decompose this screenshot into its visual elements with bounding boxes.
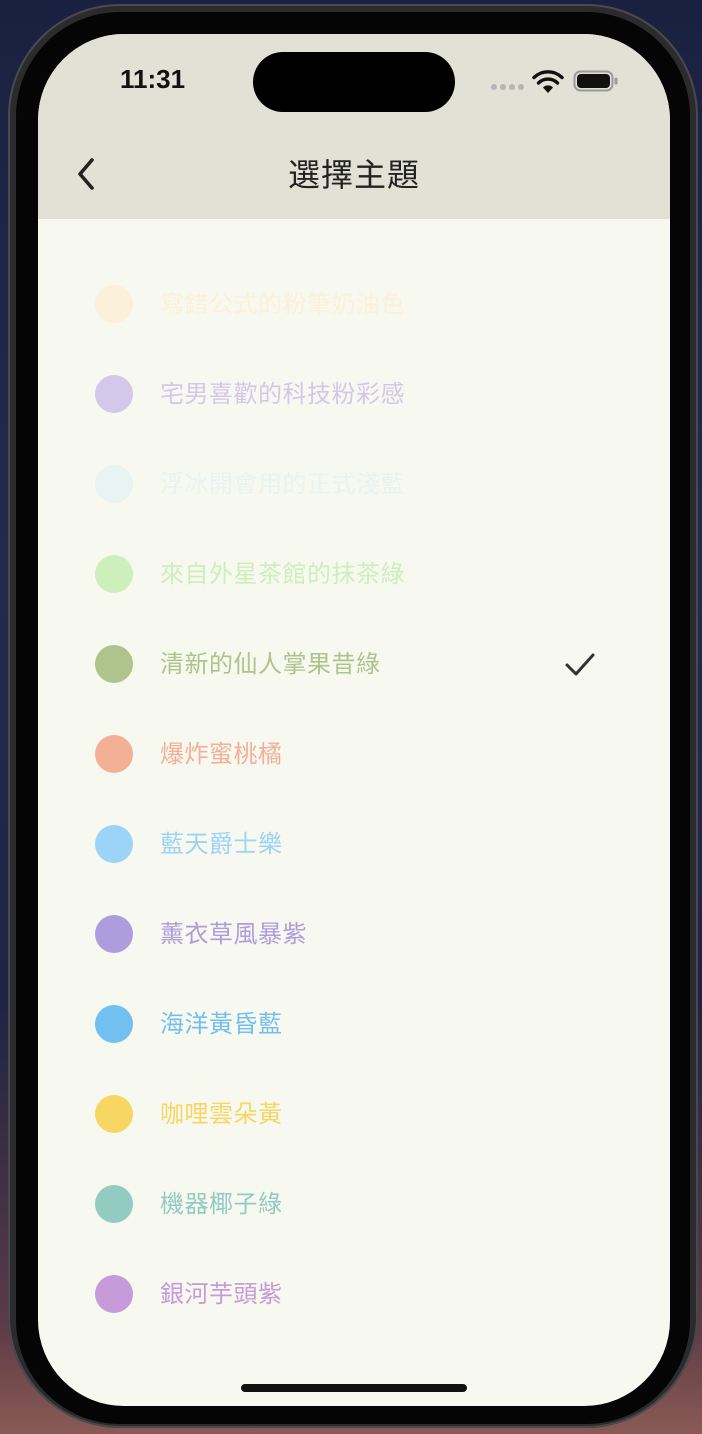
theme-label: 銀河芋頭紫 bbox=[160, 1280, 283, 1308]
wifi-icon bbox=[532, 70, 564, 93]
theme-color-swatch bbox=[95, 555, 133, 593]
nav-header: 11:31 選擇主題 bbox=[38, 34, 670, 219]
checkmark-icon bbox=[565, 653, 595, 676]
theme-item[interactable]: 藍天爵士樂 bbox=[38, 799, 670, 889]
theme-color-swatch bbox=[95, 645, 133, 683]
theme-color-swatch bbox=[95, 375, 133, 413]
theme-item-selected[interactable]: 清新的仙人掌果昔綠 bbox=[38, 619, 670, 709]
theme-item[interactable]: 宅男喜歡的科技粉彩感 bbox=[38, 349, 670, 439]
theme-item[interactable]: 機器椰子綠 bbox=[38, 1159, 670, 1249]
theme-color-swatch bbox=[95, 285, 133, 323]
theme-item[interactable]: 寫錯公式的粉筆奶油色 bbox=[38, 259, 670, 349]
theme-item[interactable]: 薰衣草風暴紫 bbox=[38, 889, 670, 979]
theme-item[interactable]: 銀河芋頭紫 bbox=[38, 1249, 670, 1339]
theme-label: 咖哩雲朵黃 bbox=[160, 1100, 283, 1128]
theme-label: 宅男喜歡的科技粉彩感 bbox=[160, 380, 405, 408]
phone-screen: 11:31 選擇主題 寫錯公式的粉筆奶油色 宅男喜歡的科技粉彩感 浮冰開會用的正… bbox=[38, 34, 670, 1406]
theme-item[interactable]: 爆炸蜜桃橘 bbox=[38, 709, 670, 799]
theme-item[interactable]: 海洋黃昏藍 bbox=[38, 979, 670, 1069]
theme-color-swatch bbox=[95, 1275, 133, 1313]
status-time: 11:31 bbox=[120, 64, 186, 94]
theme-item[interactable]: 浮冰開會用的正式淺藍 bbox=[38, 439, 670, 529]
theme-label: 來自外星茶館的抹茶綠 bbox=[160, 560, 405, 588]
theme-color-swatch bbox=[95, 915, 133, 953]
page-title: 選擇主題 bbox=[287, 156, 420, 194]
theme-color-swatch bbox=[95, 465, 133, 503]
theme-label: 爆炸蜜桃橘 bbox=[160, 740, 283, 768]
theme-item[interactable]: 咖哩雲朵黃 bbox=[38, 1069, 670, 1159]
theme-label: 薰衣草風暴紫 bbox=[160, 920, 307, 948]
theme-label: 浮冰開會用的正式淺藍 bbox=[160, 470, 405, 498]
theme-label: 海洋黃昏藍 bbox=[160, 1010, 283, 1038]
dynamic-island bbox=[253, 52, 455, 112]
theme-color-swatch bbox=[95, 1095, 133, 1133]
theme-list: 寫錯公式的粉筆奶油色 宅男喜歡的科技粉彩感 浮冰開會用的正式淺藍 來自外星茶館的… bbox=[38, 259, 670, 1339]
theme-item[interactable]: 來自外星茶館的抹茶綠 bbox=[38, 529, 670, 619]
theme-color-swatch bbox=[95, 735, 133, 773]
home-indicator[interactable] bbox=[241, 1384, 467, 1392]
cellular-signal-icon bbox=[491, 84, 525, 90]
battery-icon bbox=[573, 70, 618, 92]
theme-label: 清新的仙人掌果昔綠 bbox=[160, 650, 381, 678]
theme-color-swatch bbox=[95, 1005, 133, 1043]
theme-color-swatch bbox=[95, 1185, 133, 1223]
theme-label: 機器椰子綠 bbox=[160, 1190, 283, 1218]
theme-label: 藍天爵士樂 bbox=[160, 830, 283, 858]
theme-label: 寫錯公式的粉筆奶油色 bbox=[160, 290, 405, 318]
theme-color-swatch bbox=[95, 825, 133, 863]
